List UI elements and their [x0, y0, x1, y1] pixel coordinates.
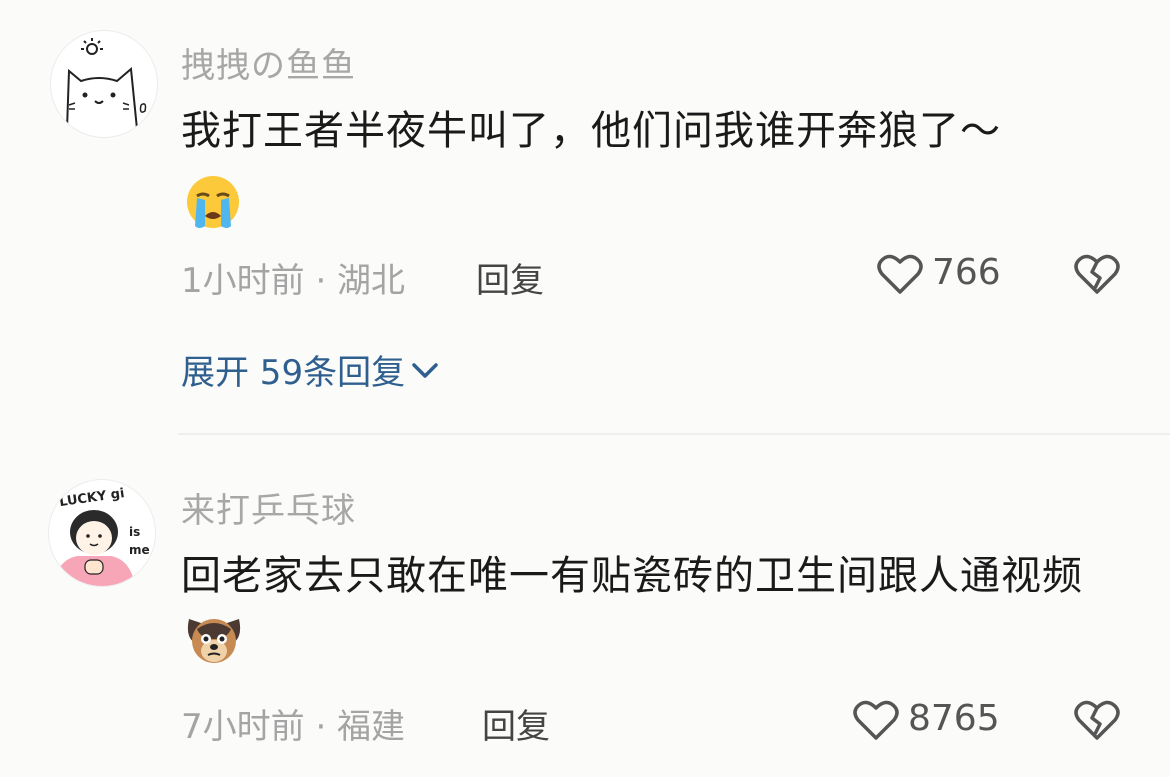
- expand-replies-label: 展开 59条回复: [181, 353, 406, 393]
- broken-heart-icon[interactable]: [1073, 252, 1121, 296]
- comment-text: 我打王者半夜牛叫了，他们问我谁开奔狼了～: [181, 98, 1101, 164]
- time-location: 7小时前 · 福建: [181, 707, 406, 747]
- heart-icon[interactable]: [876, 252, 924, 296]
- comment-item: 拽拽の鱼鱼 我打王者半夜牛叫了，他们问我谁开奔狼了～ 1小时前 · 湖北 回复 …: [0, 0, 1170, 440]
- avatar[interactable]: LUCKY gi is me: [48, 479, 156, 587]
- avatar[interactable]: [50, 30, 158, 138]
- comment-item: LUCKY gi is me 来打乒乓球 回老家去只敢在唯一有贴瓷砖的卫生间跟人…: [0, 440, 1170, 777]
- username[interactable]: 来打乒乓球: [181, 483, 356, 532]
- heart-icon[interactable]: [852, 698, 900, 742]
- expand-replies-link[interactable]: 展开 59条回复: [181, 345, 441, 394]
- username[interactable]: 拽拽の鱼鱼: [181, 38, 356, 87]
- divider: [178, 433, 1170, 435]
- comment-text-content: 回老家去只敢在唯一有贴瓷砖的卫生间跟人通视频: [181, 553, 1083, 599]
- girl-avatar-image: LUCKY gi is me: [53, 486, 150, 586]
- loudly-crying-face-icon: [187, 176, 239, 228]
- puppy-face-icon: [187, 619, 241, 663]
- comment-text: 回老家去只敢在唯一有贴瓷砖的卫生间跟人通视频: [181, 543, 1111, 675]
- reply-button[interactable]: 回复: [482, 699, 550, 748]
- comment-text-content: 我打王者半夜牛叫了，他们问我谁开奔狼了～: [181, 108, 1001, 154]
- reply-button[interactable]: 回复: [476, 253, 544, 302]
- time-location: 1小时前 · 湖北: [181, 261, 406, 301]
- svg-text:me: me: [129, 543, 150, 557]
- svg-text:is: is: [129, 525, 140, 539]
- like-count: 766: [932, 252, 1001, 293]
- broken-heart-icon[interactable]: [1073, 698, 1121, 742]
- svg-text:LUCKY gi: LUCKY gi: [58, 486, 125, 510]
- cat-avatar-icon: [66, 38, 147, 130]
- chevron-down-icon: [412, 362, 438, 378]
- like-count: 8765: [908, 698, 1000, 739]
